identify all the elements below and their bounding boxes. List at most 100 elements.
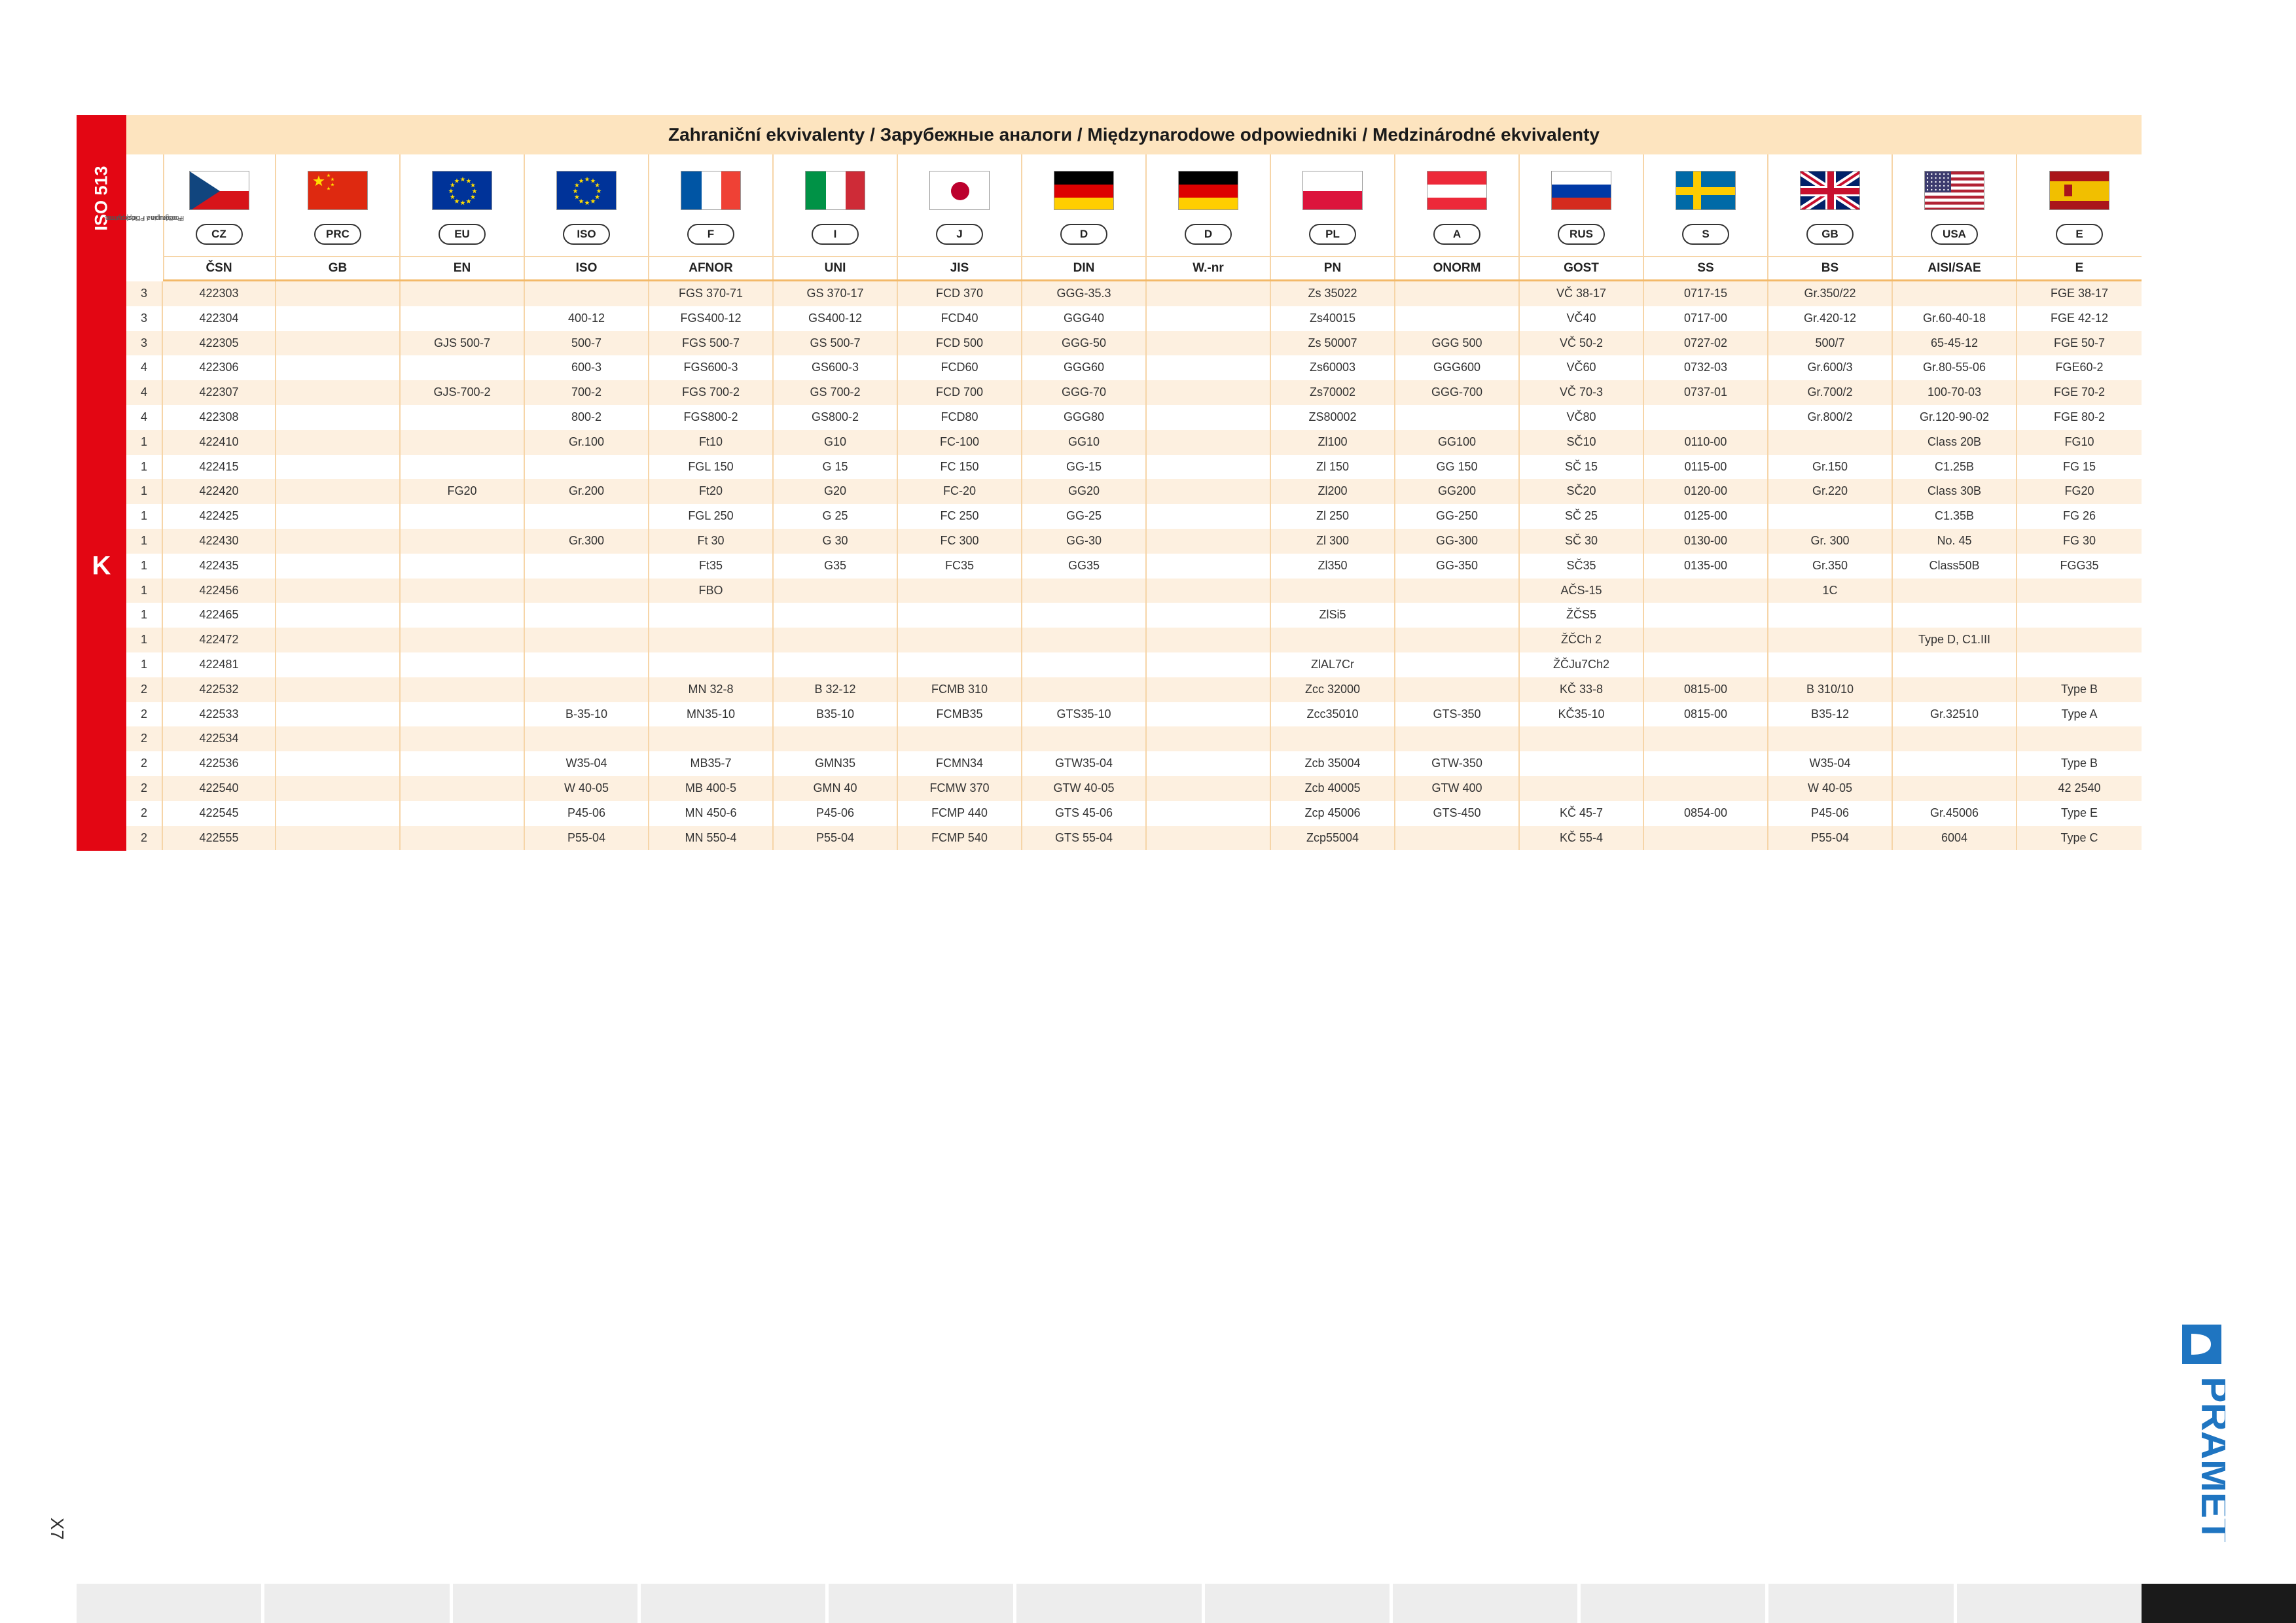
grade-cell: Zcb 40005 <box>1271 776 1395 801</box>
grade-cell <box>1644 404 1768 430</box>
grade-cell: 0737-01 <box>1644 380 1768 405</box>
grade-cell: 422545 <box>163 800 276 826</box>
country-column-prc: PRC <box>276 154 401 256</box>
grade-cell <box>401 800 525 826</box>
grade-cell: Gr.420-12 <box>1768 306 1893 331</box>
grade-cell: W35-04 <box>1768 751 1893 776</box>
grade-cell: GJS-700-2 <box>401 380 525 405</box>
footer-tab <box>77 1584 262 1623</box>
table-row: 3 422305 GJS 500-7 500-7 FGS 500-7 GS 500-7 FC… <box>126 330 2142 356</box>
subgroup-cell: 1 <box>126 603 163 628</box>
table-row: 2 422536 W35-04 MB35-7 GMN35 FCMN34 GTW35-04 Zc… <box>126 751 2142 776</box>
footer-tab <box>640 1584 826 1623</box>
grade-cell <box>1768 652 1893 677</box>
grade-cell: FGS 370-71 <box>649 281 774 306</box>
footer-tab <box>264 1584 450 1623</box>
grade-cell: B 310/10 <box>1768 677 1893 702</box>
grade-cell: GG-25 <box>1022 504 1147 529</box>
grade-cell <box>401 726 525 752</box>
grade-cell <box>401 677 525 702</box>
grade-cell <box>1147 479 1271 505</box>
grade-cell: AČS-15 <box>1520 578 1644 603</box>
subgroup-cell: 2 <box>126 800 163 826</box>
grade-cell: Ft 30 <box>649 528 774 554</box>
de-flag-icon <box>1178 171 1238 210</box>
grade-cell: FC-20 <box>898 479 1022 505</box>
grade-cell: Gr.100 <box>525 429 649 455</box>
grade-cell: GGG-50 <box>1022 330 1147 356</box>
grade-cell: B35-12 <box>1768 702 1893 727</box>
grade-cell: SČ 15 <box>1520 454 1644 480</box>
grade-cell <box>1893 281 2017 306</box>
grade-cell <box>1147 553 1271 579</box>
footer-tab <box>829 1584 1014 1623</box>
grade-cell <box>1147 677 1271 702</box>
grade-cell <box>276 504 401 529</box>
grade-cell: 422410 <box>163 429 276 455</box>
grade-cell: FCD40 <box>898 306 1022 331</box>
grade-cell <box>276 429 401 455</box>
grade-cell: FG10 <box>2064 435 2094 448</box>
grade-cell: Zcb 35004 <box>1271 751 1395 776</box>
grade-cell <box>898 603 1022 628</box>
grade-cell: ŽČCh 2 <box>1520 628 1644 652</box>
grade-cell: 422303 <box>163 281 276 306</box>
grade-cell: 0115-00 <box>1644 454 1768 480</box>
grade-cell: FCD 700 <box>898 380 1022 405</box>
grade-cell: GGG40 <box>1022 306 1147 331</box>
grade-cell: 0854-00 <box>1644 800 1768 826</box>
subgroup-cell: 2 <box>126 825 163 851</box>
country-code-badge: D <box>1060 224 1107 245</box>
grade-cell <box>1520 726 1644 752</box>
grade-cell <box>2017 652 2142 677</box>
grade-cell: FGS400-12 <box>649 306 774 331</box>
standard-header: SS <box>1644 257 1768 279</box>
subgroup-cell: 4 <box>126 380 163 405</box>
table-row: 2 422534 <box>126 726 2142 752</box>
grade-cell: FGS600-3 <box>649 355 774 381</box>
grade-cell: G 25 <box>774 504 898 529</box>
grade-cell: FCMP 440 <box>898 800 1022 826</box>
grade-cell: 422456 <box>163 578 276 603</box>
grade-cell <box>1644 825 1768 851</box>
country-column-d: D <box>1147 154 1271 256</box>
grade-cell <box>1893 751 2017 776</box>
grade-cell: 422532 <box>163 677 276 702</box>
grade-cell: FG20 <box>401 479 525 505</box>
grade-cell <box>1022 726 1147 752</box>
de-flag-icon <box>1054 171 1114 210</box>
grade-cell: Gr.150 <box>1768 454 1893 480</box>
grade-cell <box>649 603 774 628</box>
standard-header: GOST <box>1520 257 1644 279</box>
grade-cell: GS800-2 <box>774 404 898 430</box>
table-row: 3 422304 400-12 FGS400-12 GS400-12 FCD40 GGG40… <box>126 306 2142 331</box>
grade-cell: 422472 <box>163 628 276 652</box>
footer-tab <box>1204 1584 1390 1623</box>
grade-cell: ŽČJu7Ch2 <box>1520 652 1644 677</box>
grade-cell: ZlSi5 <box>1271 603 1395 628</box>
grade-cell: FCD60 <box>898 355 1022 381</box>
grade-cell: GGG80 <box>1022 404 1147 430</box>
grade-cell: 422533 <box>163 702 276 727</box>
grade-cell <box>1147 603 1271 628</box>
grade-cell: Gr.350 <box>1768 553 1893 579</box>
grade-cell <box>1644 726 1768 752</box>
grade-cell <box>1395 677 1520 702</box>
grade-cell: GGG-70 <box>1022 380 1147 405</box>
subgroup-cell: 2 <box>126 702 163 727</box>
grade-cell <box>276 380 401 405</box>
grade-cell <box>1022 677 1147 702</box>
grade-cell: FGE 38-17 <box>2050 287 2109 300</box>
es-flag-icon <box>2049 171 2109 210</box>
grade-cell: FC35 <box>898 553 1022 579</box>
grade-cell: GTW 40-05 <box>1022 776 1147 801</box>
grade-cell <box>401 776 525 801</box>
grade-cell <box>276 281 401 306</box>
grade-cell: FGL 150 <box>649 454 774 480</box>
grade-cell <box>1271 628 1395 652</box>
grade-cell <box>1147 454 1271 480</box>
country-code-badge: CZ <box>195 224 243 245</box>
grade-cell: FGS800-2 <box>649 404 774 430</box>
footer-tab <box>1956 1584 2142 1623</box>
grade-cell: P45-06 <box>525 800 649 826</box>
